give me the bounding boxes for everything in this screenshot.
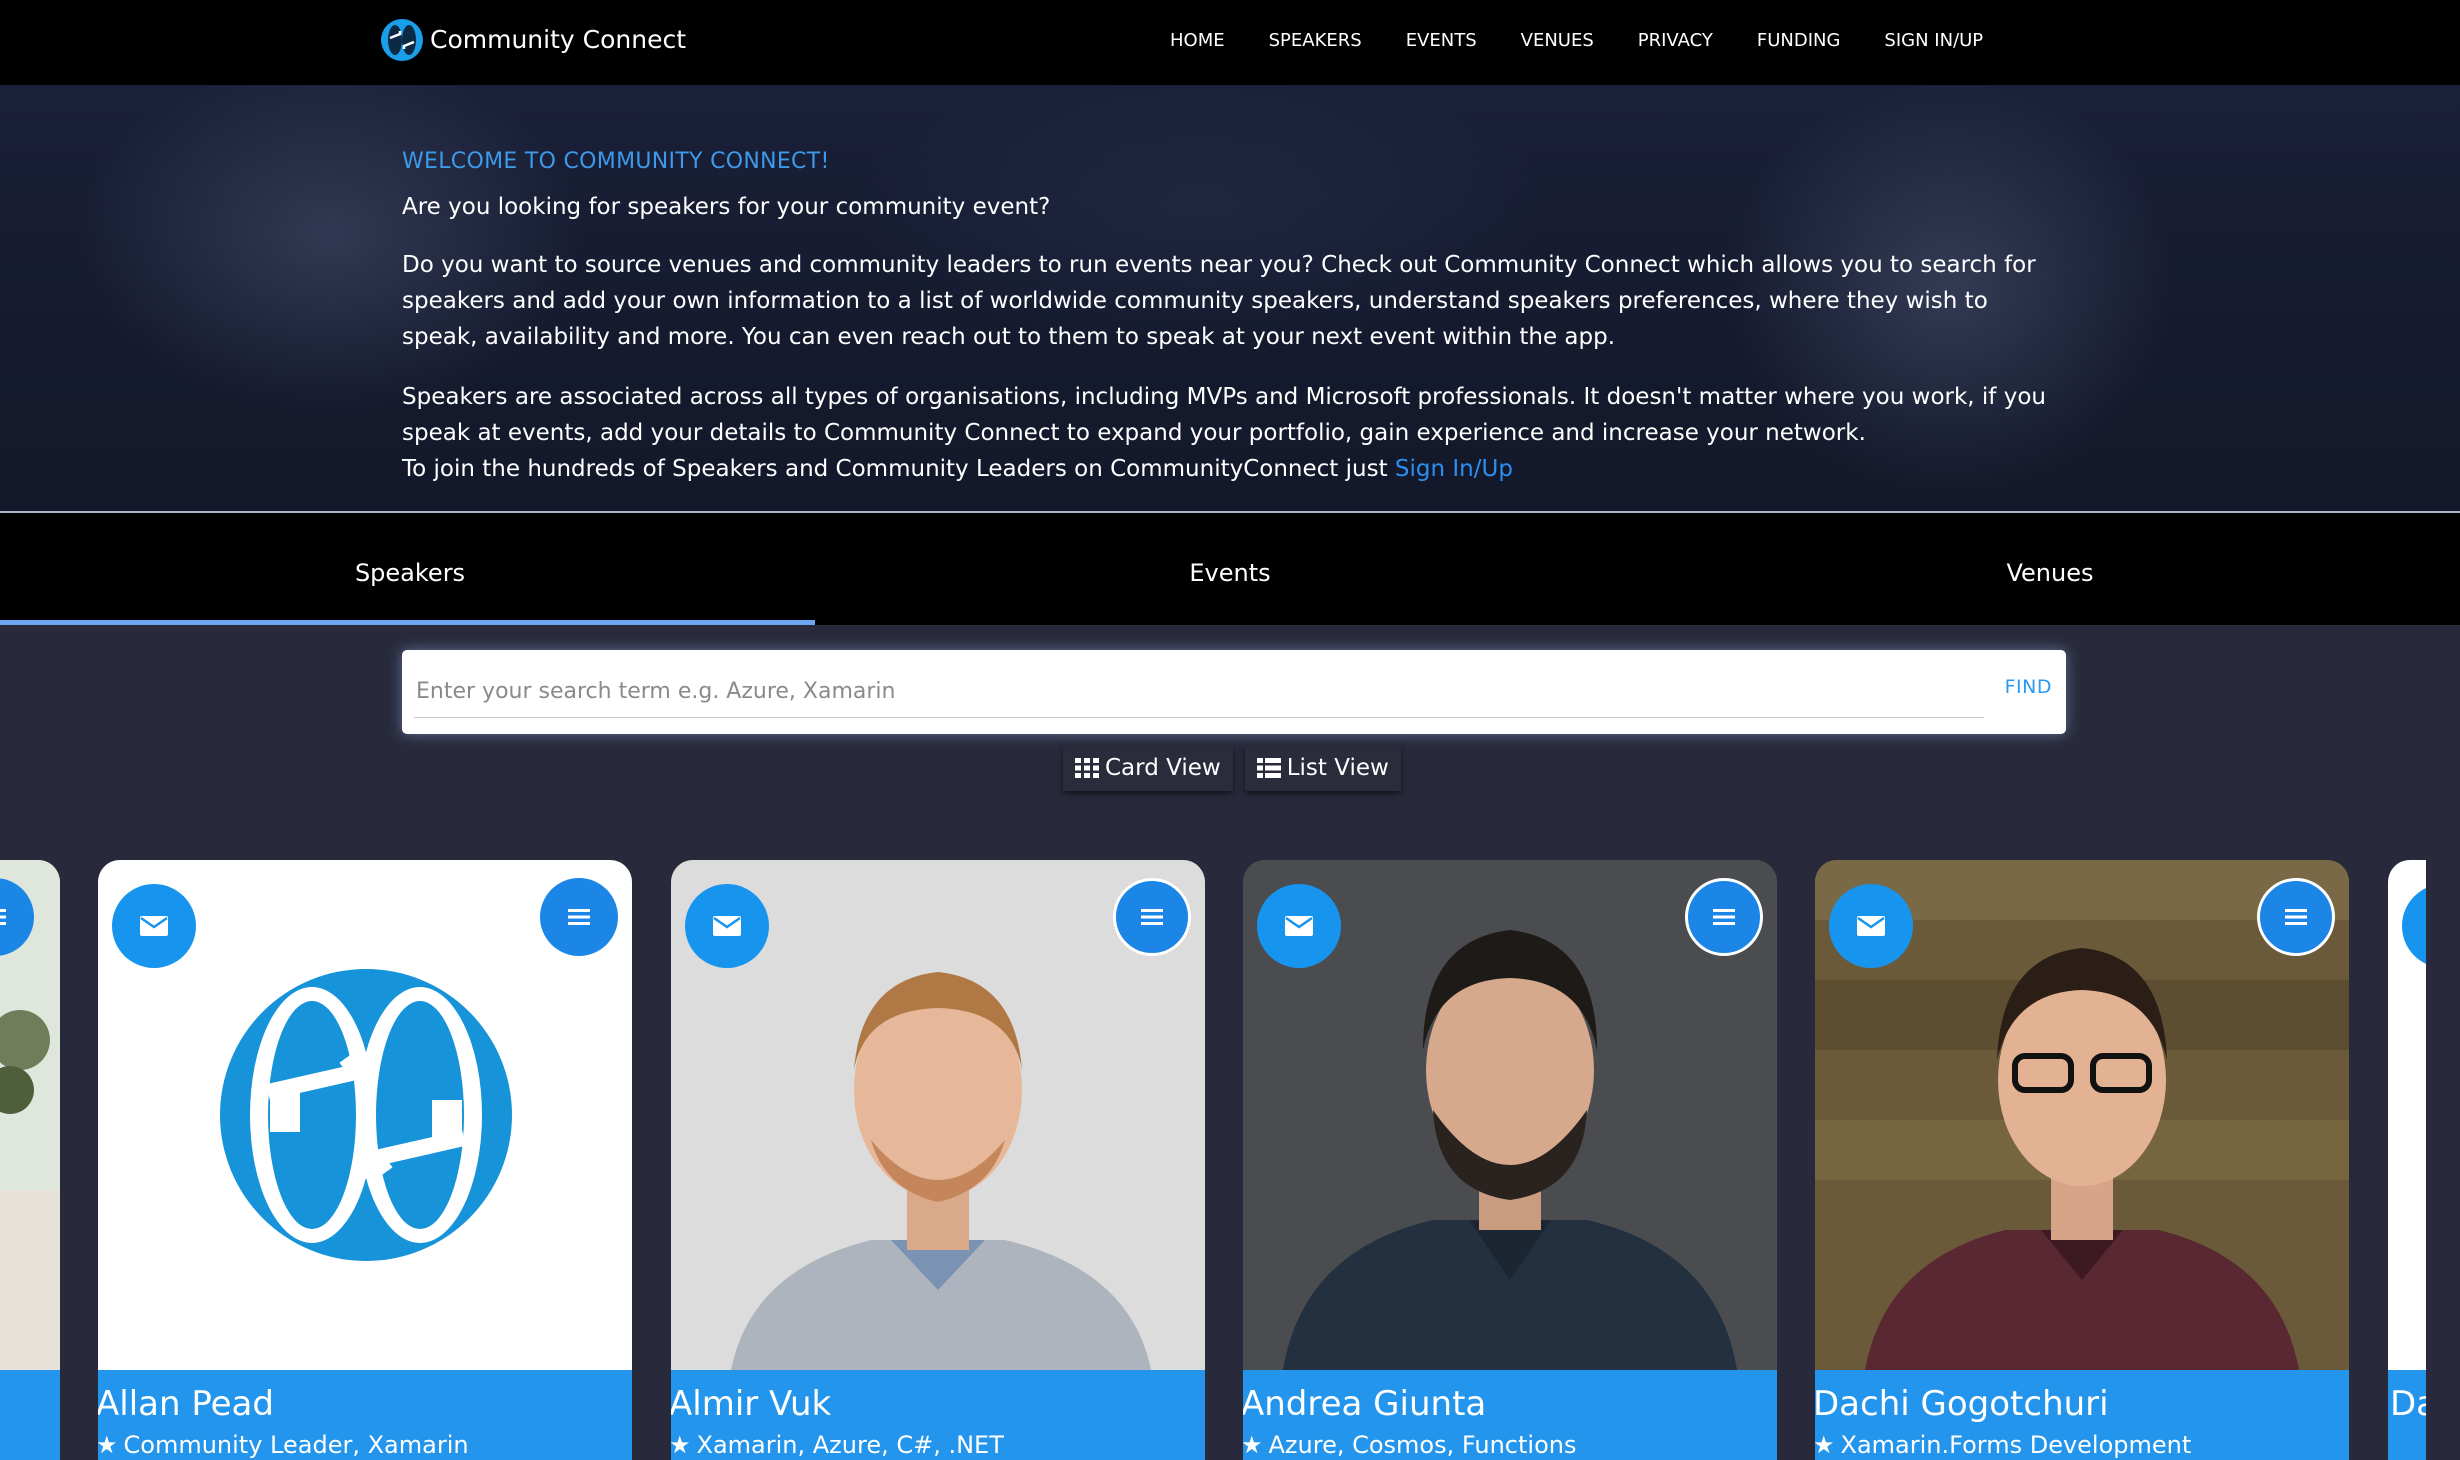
speaker-card-footer: Da (2388, 1370, 2426, 1460)
tab-events[interactable]: Events (820, 513, 1640, 625)
speaker-cards: Allan Pead ★ Community Leader, Xamarin Al… (0, 860, 2460, 1460)
hero-content: WELCOME TO COMMUNITY CONNECT! Are you lo… (402, 147, 2062, 487)
speaker-name: Dachi Gogotchuri (1815, 1384, 2109, 1424)
star-icon: ★ (671, 1431, 691, 1459)
nav-venues[interactable]: VENUES (1521, 26, 1594, 56)
speaker-card-footer: Dachi Gogotchuri ★ Xamarin.Forms Developm… (1815, 1370, 2349, 1460)
star-icon: ★ (1243, 1431, 1263, 1459)
card-view-label: Card View (1105, 755, 1221, 781)
menu-icon (1141, 909, 1163, 925)
community-connect-logo-icon (381, 19, 423, 61)
hero-paragraph-2: Speakers are associated across all types… (402, 379, 2062, 487)
sign-in-up-link[interactable]: Sign In/Up (1395, 456, 1513, 482)
list-view-button[interactable]: List View (1244, 745, 1401, 791)
hero-question: Are you looking for speakers for your co… (402, 194, 1051, 220)
speaker-card[interactable]: Andrea Giunta ★ Azure, Cosmos, Functions (1243, 860, 1777, 1460)
nav-home[interactable]: HOME (1170, 26, 1225, 56)
speaker-card[interactable]: Allan Pead ★ Community Leader, Xamarin (98, 860, 632, 1460)
speaker-card-footer: Almir Vuk ★ Xamarin, Azure, C#, .NET (671, 1370, 1205, 1460)
search-input[interactable] (414, 666, 1984, 718)
speaker-card-footer: Allan Pead ★ Community Leader, Xamarin (98, 1370, 632, 1460)
speaker-name: Da (2390, 1384, 2426, 1424)
speaker-tags-text: Community Leader, Xamarin (123, 1431, 469, 1459)
hero-paragraph-1: Do you want to source venues and communi… (402, 252, 2036, 350)
menu-icon (1713, 909, 1735, 925)
speaker-name: Andrea Giunta (1243, 1384, 1487, 1424)
grid-icon (1075, 758, 1099, 778)
nav-sign-in-up[interactable]: SIGN IN/UP (1884, 26, 1983, 56)
mail-icon (1857, 916, 1885, 936)
menu-button[interactable] (1685, 878, 1763, 956)
menu-icon (2285, 909, 2307, 925)
tab-events-label: Events (1189, 559, 1271, 587)
brand-name: Community Connect (430, 25, 687, 54)
nav-funding[interactable]: FUNDING (1757, 26, 1841, 56)
speaker-tags-text: Xamarin.Forms Development (1840, 1431, 2192, 1459)
hero-paragraph-2-text: Speakers are associated across all types… (402, 384, 2046, 446)
speaker-name: Allan Pead (98, 1384, 274, 1424)
active-tab-indicator (0, 620, 815, 625)
main-nav: HOME SPEAKERS EVENTS VENUES PRIVACY FUND… (1170, 26, 2027, 56)
brand[interactable]: Community Connect (380, 18, 686, 62)
mail-button[interactable] (1257, 884, 1341, 968)
speaker-tags-text: Xamarin, Azure, C#, .NET (696, 1431, 1004, 1459)
speaker-card-footer: Andrea Giunta ★ Azure, Cosmos, Functions (1243, 1370, 1777, 1460)
tab-speakers[interactable]: Speakers (0, 513, 820, 625)
speaker-tags: ★ Community Leader, Xamarin (98, 1430, 632, 1460)
find-button[interactable]: FIND (2005, 676, 2052, 698)
content-tabs: Speakers Events Venues (0, 513, 2460, 625)
tab-venues[interactable]: Venues (1640, 513, 2460, 625)
mail-button[interactable] (2402, 884, 2426, 968)
nav-speakers[interactable]: SPEAKERS (1269, 26, 1362, 56)
menu-button[interactable] (1113, 878, 1191, 956)
star-icon: ★ (1815, 1431, 1835, 1459)
speaker-name: Almir Vuk (671, 1384, 832, 1424)
hero-heading: WELCOME TO COMMUNITY CONNECT! (402, 149, 830, 174)
speaker-card-partial-left[interactable] (0, 860, 60, 1460)
mail-icon (140, 916, 168, 936)
hero-join-text: To join the hundreds of Speakers and Com… (402, 456, 1395, 482)
list-view-label: List View (1286, 755, 1389, 781)
menu-button[interactable] (2257, 878, 2335, 956)
speaker-tags: ★ Azure, Cosmos, Functions (1243, 1430, 1777, 1460)
card-view-button[interactable]: Card View (1063, 745, 1233, 791)
menu-icon (0, 909, 6, 925)
nav-events[interactable]: EVENTS (1406, 26, 1477, 56)
list-icon (1256, 758, 1281, 778)
view-toggles: Card View List View (1063, 745, 1413, 791)
star-icon: ★ (98, 1431, 118, 1459)
search-box: FIND (402, 650, 2066, 734)
menu-button[interactable] (540, 878, 618, 956)
mail-icon (713, 916, 741, 936)
hero-banner: WELCOME TO COMMUNITY CONNECT! Are you lo… (0, 85, 2460, 513)
speaker-tags: ★ Xamarin, Azure, C#, .NET (671, 1430, 1205, 1460)
nav-privacy[interactable]: PRIVACY (1638, 26, 1713, 56)
mail-button[interactable] (1829, 884, 1913, 968)
speaker-tags-text: Azure, Cosmos, Functions (1268, 1431, 1577, 1459)
mail-icon (1285, 916, 1313, 936)
speaker-card[interactable]: Almir Vuk ★ Xamarin, Azure, C#, .NET (671, 860, 1205, 1460)
mail-button[interactable] (685, 884, 769, 968)
tab-venues-label: Venues (2006, 559, 2094, 587)
speaker-tags: ★ Xamarin.Forms Development (1815, 1430, 2349, 1460)
speaker-card[interactable]: Dachi Gogotchuri ★ Xamarin.Forms Developm… (1815, 860, 2349, 1460)
top-navbar: Community Connect HOME SPEAKERS EVENTS V… (0, 0, 2460, 85)
menu-icon (568, 909, 590, 925)
mail-button[interactable] (112, 884, 196, 968)
speaker-card-partial-right[interactable]: Da (2388, 860, 2426, 1460)
tab-speakers-label: Speakers (354, 559, 466, 587)
